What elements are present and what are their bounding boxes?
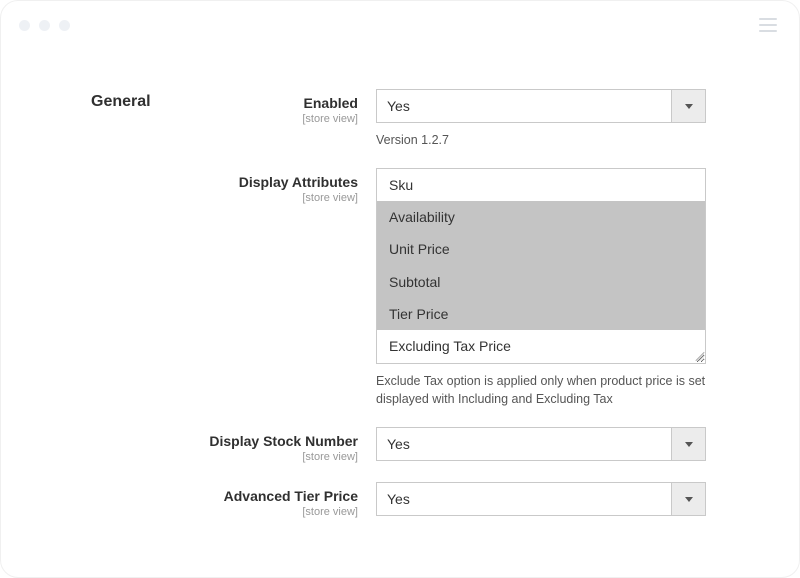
section-title: General: [91, 89, 171, 537]
field-display-attributes: Display Attributes [store view] SkuAvail…: [201, 168, 739, 409]
enabled-select[interactable]: Yes: [376, 89, 706, 123]
content-area: General Enabled [store view] Yes Version…: [1, 49, 799, 577]
hamburger-icon[interactable]: [755, 14, 781, 36]
chevron-down-icon: [685, 104, 693, 109]
field-col: Yes: [376, 482, 706, 519]
chevron-down-icon: [685, 497, 693, 502]
field-help: Version 1.2.7: [376, 131, 706, 150]
multiselect-option[interactable]: Subtotal: [377, 266, 705, 298]
form: Enabled [store view] Yes Version 1.2.7: [201, 89, 739, 537]
select-value: Yes: [376, 427, 672, 461]
label-col: Enabled [store view]: [201, 89, 376, 150]
settings-window: General Enabled [store view] Yes Version…: [0, 0, 800, 578]
select-toggle-button[interactable]: [672, 89, 706, 123]
field-enabled: Enabled [store view] Yes Version 1.2.7: [201, 89, 739, 150]
field-label: Enabled: [201, 95, 358, 112]
chevron-down-icon: [685, 442, 693, 447]
multiselect-option[interactable]: Tier Price: [377, 298, 705, 330]
window-dot[interactable]: [39, 20, 50, 31]
select-value: Yes: [376, 482, 672, 516]
resize-handle-icon[interactable]: [690, 348, 704, 362]
multiselect-option[interactable]: Availability: [377, 201, 705, 233]
field-label: Advanced Tier Price: [201, 488, 358, 505]
field-col: Yes Version 1.2.7: [376, 89, 706, 150]
label-col: Display Stock Number [store view]: [201, 427, 376, 464]
select-toggle-button[interactable]: [672, 427, 706, 461]
multiselect-option[interactable]: Unit Price: [377, 233, 705, 265]
label-col: Advanced Tier Price [store view]: [201, 482, 376, 519]
field-scope: [store view]: [201, 450, 358, 464]
field-help: Exclude Tax option is applied only when …: [376, 372, 706, 410]
field-label: Display Attributes: [201, 174, 358, 191]
field-col: Yes: [376, 427, 706, 464]
select-value: Yes: [376, 89, 672, 123]
select-toggle-button[interactable]: [672, 482, 706, 516]
multiselect-option[interactable]: Excluding Tax Price: [377, 330, 705, 362]
field-col: SkuAvailabilityUnit PriceSubtotalTier Pr…: [376, 168, 706, 409]
display-stock-number-select[interactable]: Yes: [376, 427, 706, 461]
multiselect-option[interactable]: Sku: [377, 169, 705, 201]
field-display-stock-number: Display Stock Number [store view] Yes: [201, 427, 739, 464]
advanced-tier-price-select[interactable]: Yes: [376, 482, 706, 516]
display-attributes-multiselect[interactable]: SkuAvailabilityUnit PriceSubtotalTier Pr…: [376, 168, 706, 364]
field-scope: [store view]: [201, 505, 358, 519]
field-scope: [store view]: [201, 112, 358, 126]
window-dot[interactable]: [19, 20, 30, 31]
label-col: Display Attributes [store view]: [201, 168, 376, 409]
window-controls: [19, 20, 70, 31]
field-label: Display Stock Number: [201, 433, 358, 450]
field-advanced-tier-price: Advanced Tier Price [store view] Yes: [201, 482, 739, 519]
field-scope: [store view]: [201, 191, 358, 205]
window-dot[interactable]: [59, 20, 70, 31]
titlebar: [1, 1, 799, 49]
